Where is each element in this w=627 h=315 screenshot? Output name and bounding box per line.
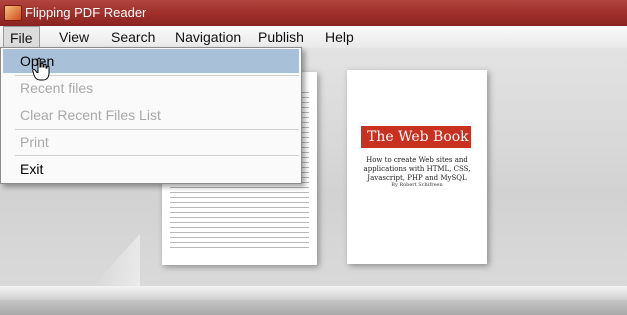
menu-separator [15, 155, 299, 156]
app-icon [4, 5, 22, 21]
book-thumbnail-web-book[interactable]: The Web Book How to create Web sites and… [347, 70, 487, 264]
book-cover-subtitle: How to create Web sites and applications… [363, 156, 471, 182]
menu-item-print-label: Print [20, 134, 49, 150]
menu-item-recent-files-label: Recent files [20, 80, 94, 96]
menu-bar: File View Search Navigation Publish Help [0, 26, 627, 49]
menu-search[interactable]: Search [111, 29, 155, 45]
menu-item-exit[interactable]: Exit [3, 157, 299, 181]
window-title: Flipping PDF Reader [25, 5, 147, 20]
menu-file[interactable]: File [3, 26, 40, 48]
shelf-top [0, 286, 627, 300]
menu-item-clear-recent[interactable]: Clear Recent Files List [3, 103, 299, 127]
book-cover-title: The Web Book [361, 126, 471, 148]
menu-item-clear-recent-label: Clear Recent Files List [20, 107, 161, 123]
menu-help[interactable]: Help [325, 29, 354, 45]
menu-item-print[interactable]: Print [3, 130, 299, 154]
menu-publish[interactable]: Publish [258, 29, 304, 45]
menu-item-exit-label: Exit [20, 161, 44, 177]
hand-cursor-icon [32, 57, 50, 81]
menu-view[interactable]: View [59, 29, 89, 45]
menu-navigation[interactable]: Navigation [175, 29, 241, 45]
shelf-front [0, 300, 627, 315]
title-bar: Flipping PDF Reader [0, 0, 627, 26]
book-cover-author: By Robert Schifreen [391, 182, 443, 188]
